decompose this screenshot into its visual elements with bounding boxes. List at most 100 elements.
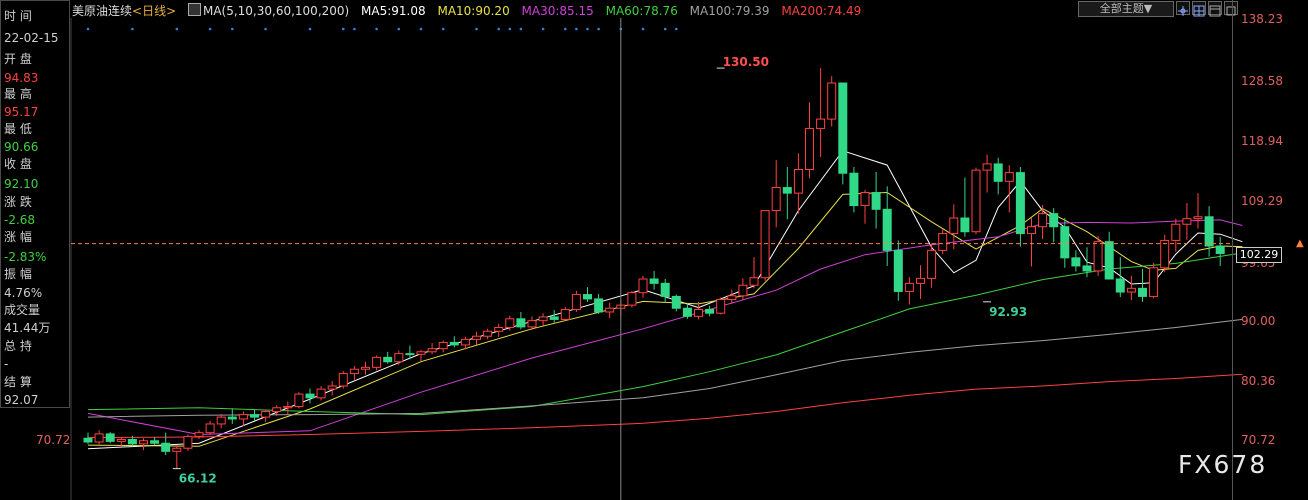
candle-up xyxy=(538,316,548,322)
candle-down xyxy=(83,437,93,443)
candle-up xyxy=(1126,287,1136,293)
settlement-label: 结 算 xyxy=(4,375,32,389)
ma5-value: MA5:91.08 xyxy=(361,4,426,18)
layout-tool-icon[interactable] xyxy=(1208,1,1222,17)
price-arrow-icon: ▲ xyxy=(1296,238,1304,249)
candle-up xyxy=(793,168,803,194)
candle-up xyxy=(527,320,537,328)
signal-dot xyxy=(675,27,678,31)
candle-down xyxy=(516,318,526,328)
ma-params[interactable]: MA(5,10,30,60,100,200) xyxy=(203,4,349,18)
candle-down xyxy=(671,295,681,309)
candle-up xyxy=(94,433,104,443)
left-axis-marker: 70.72 xyxy=(36,433,71,447)
candle-up xyxy=(860,192,870,207)
candle-up xyxy=(560,308,570,320)
candle-down xyxy=(871,192,881,210)
candle-up xyxy=(205,423,215,434)
candle-up xyxy=(1027,226,1036,235)
candle-up xyxy=(1160,239,1170,269)
indicator-header: 美原油连续<日线> MA(5,10,30,60,100,200) MA5:91.… xyxy=(72,2,869,18)
candle-up xyxy=(982,163,992,171)
candle-up xyxy=(927,249,937,279)
low-value: 90.66 xyxy=(4,140,39,154)
candle-down xyxy=(682,307,692,317)
candle-up xyxy=(816,118,826,129)
candle-up xyxy=(1182,218,1192,225)
signal-dots xyxy=(86,27,678,31)
candle-down xyxy=(1204,216,1214,247)
signal-dot xyxy=(397,27,401,31)
change-pct-value: -2.83% xyxy=(4,250,47,264)
watermark-logo: FX678 xyxy=(1178,450,1268,479)
candle-up xyxy=(627,292,637,306)
ma10-value: MA10:90.20 xyxy=(437,4,510,18)
ma200-line xyxy=(87,373,1243,439)
candle-up xyxy=(139,440,148,445)
candle-up xyxy=(1093,241,1103,272)
y-tick: 70.72 xyxy=(1241,433,1276,447)
signal-dot xyxy=(264,27,267,31)
quote-info-panel: 时 间 22-02-15 开 盘 94.83 最 高 95.17 最 低 90.… xyxy=(0,0,70,408)
signal-dot xyxy=(342,27,345,31)
candle-up xyxy=(272,407,282,413)
signal-dot xyxy=(663,27,667,31)
candle-up xyxy=(1004,172,1014,182)
candle-down xyxy=(127,439,137,445)
candle-up xyxy=(238,414,248,420)
signal-dot xyxy=(353,27,356,31)
candle-up xyxy=(327,385,337,390)
ma200-value: MA200:74.49 xyxy=(781,4,862,18)
price-chart[interactable]: 130.50 66.12 92.93 xyxy=(0,0,1308,500)
candle-down xyxy=(960,217,970,233)
candle-up xyxy=(605,307,615,313)
theme-select[interactable]: 全部主题▼ xyxy=(1078,1,1174,17)
candle-up xyxy=(183,435,193,449)
candle-down xyxy=(649,278,659,284)
candle-down xyxy=(150,440,160,444)
change-value: -2.68 xyxy=(4,213,36,227)
candle-up xyxy=(483,330,493,337)
candle-down xyxy=(227,416,237,420)
crosshair-tool-icon[interactable] xyxy=(1176,1,1190,16)
candle-up xyxy=(261,411,271,418)
signal-dot xyxy=(541,27,545,31)
high-value: 95.17 xyxy=(4,105,39,119)
y-tick: 118.94 xyxy=(1241,134,1283,148)
high-label: 最 高 xyxy=(4,87,32,101)
signal-dot xyxy=(131,27,134,31)
candle-down xyxy=(993,163,1003,182)
grid-tool-icon[interactable] xyxy=(1192,1,1206,17)
settlement-value: 92.07 xyxy=(4,393,39,407)
volume-label: 成交量 xyxy=(4,303,41,317)
y-tick: 80.36 xyxy=(1241,374,1276,388)
candle-down xyxy=(549,316,559,320)
candle-up xyxy=(938,233,948,251)
low-label: 最 低 xyxy=(4,122,32,136)
candle-up xyxy=(1171,223,1181,241)
extreme-price-label: 130.50 xyxy=(723,55,769,69)
candle-down xyxy=(882,208,892,251)
candle-down xyxy=(161,442,171,452)
change-label: 涨 跌 xyxy=(4,195,32,209)
ma-settings-icon[interactable] xyxy=(187,3,201,16)
candle-up xyxy=(460,338,470,346)
signal-dot xyxy=(508,27,512,31)
change-pct-label: 涨 幅 xyxy=(4,230,32,244)
signal-dot xyxy=(641,27,645,31)
candle-up xyxy=(505,318,515,329)
candle-up xyxy=(716,299,726,314)
candle-down xyxy=(1104,241,1114,280)
date-value: 22-02-15 xyxy=(4,31,59,45)
symbol-name[interactable]: 美原油连续 xyxy=(72,4,132,18)
candle-up xyxy=(738,284,748,297)
signal-dot xyxy=(441,27,445,31)
candle-up xyxy=(116,439,126,442)
signal-dot xyxy=(519,27,523,31)
candle-up xyxy=(216,416,226,425)
candle-up xyxy=(949,217,959,235)
y-tick: 138.23 xyxy=(1241,12,1283,26)
candle-up xyxy=(338,373,348,387)
candle-down xyxy=(838,82,848,174)
period-label[interactable]: <日线> xyxy=(132,4,176,18)
